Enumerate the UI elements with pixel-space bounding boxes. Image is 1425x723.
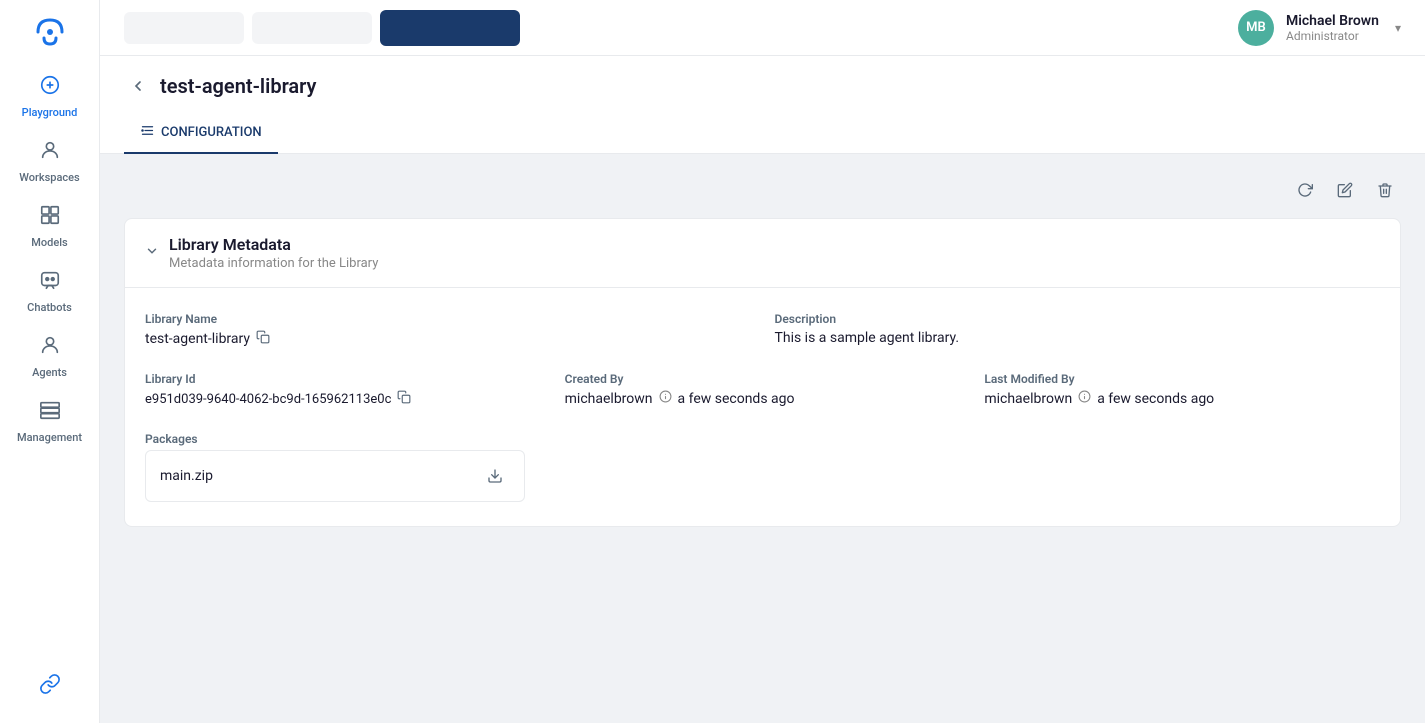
top-bar-right: MB Michael Brown Administrator ▾ — [1238, 10, 1401, 46]
user-menu-chevron[interactable]: ▾ — [1395, 21, 1401, 35]
library-id-field: Library Id e951d039-9640-4062-bc9d-16596… — [145, 372, 541, 408]
sidebar-item-links[interactable] — [31, 663, 69, 711]
page-title: test-agent-library — [160, 74, 316, 98]
app-logo — [26, 8, 74, 56]
last-modified-field: Last Modified By michaelbrown a few se — [984, 372, 1380, 408]
links-icon — [39, 673, 61, 701]
library-metadata-card: Library Metadata Metadata information fo… — [124, 218, 1401, 527]
user-info: Michael Brown Administrator — [1286, 13, 1379, 43]
description-label: Description — [775, 312, 1381, 326]
library-name-field: Library Name test-agent-library — [145, 312, 751, 348]
playground-icon — [39, 74, 61, 102]
created-by-user: michaelbrown — [565, 391, 653, 407]
models-icon — [39, 204, 61, 232]
description-text: This is a sample agent library. — [775, 330, 960, 346]
main-content: placeholder MB Michael Brown Administrat… — [100, 0, 1425, 723]
sidebar-item-label: Management — [17, 431, 82, 444]
created-by-time: a few seconds ago — [678, 391, 795, 407]
breadcrumb: test-agent-library — [124, 72, 1401, 100]
created-by-value: michaelbrown a few seconds ago — [565, 390, 961, 407]
configuration-tab-icon — [140, 123, 155, 142]
library-id-label: Library Id — [145, 372, 541, 386]
user-role: Administrator — [1286, 29, 1379, 43]
created-by-label: Created By — [565, 372, 961, 386]
sidebar-item-models[interactable]: Models — [0, 194, 99, 259]
library-name-label: Library Name — [145, 312, 751, 326]
card-title: Library Metadata — [169, 235, 378, 254]
sidebar-item-playground[interactable]: Playground — [0, 64, 99, 129]
package-name: main.zip — [160, 468, 213, 484]
last-modified-value: michaelbrown a few seconds ago — [984, 390, 1380, 407]
workspaces-icon — [39, 139, 61, 167]
sidebar: Playground Workspaces Models — [0, 0, 100, 723]
description-value: This is a sample agent library. — [775, 330, 1381, 346]
edit-button[interactable] — [1329, 174, 1361, 206]
agents-icon — [39, 334, 61, 362]
avatar: MB — [1238, 10, 1274, 46]
packages-label: Packages — [145, 432, 1380, 446]
sidebar-bottom — [31, 663, 69, 711]
created-by-field: Created By michaelbrown a few seconds — [565, 372, 961, 408]
last-modified-time: a few seconds ago — [1097, 391, 1214, 407]
management-icon — [39, 399, 61, 427]
library-name-text: test-agent-library — [145, 331, 250, 347]
last-modified-label: Last Modified By — [984, 372, 1380, 386]
description-field: Description This is a sample agent libra… — [775, 312, 1381, 348]
library-name-value: test-agent-library — [145, 330, 751, 348]
sidebar-item-label: Models — [31, 236, 67, 249]
card-header[interactable]: Library Metadata Metadata information fo… — [125, 219, 1400, 288]
library-id-text: e951d039-9640-4062-bc9d-165962113e0c — [145, 392, 391, 407]
top-bar-left: placeholder — [124, 10, 520, 46]
user-name: Michael Brown — [1286, 13, 1379, 29]
copy-library-id-icon[interactable] — [397, 390, 411, 408]
card-body: Library Name test-agent-library — [125, 288, 1400, 526]
tab-bar: CONFIGURATION — [124, 112, 1401, 153]
back-button[interactable] — [124, 72, 152, 100]
sidebar-item-chatbots[interactable]: Chatbots — [0, 259, 99, 324]
page-header: test-agent-library CONFIGURATION — [100, 56, 1425, 154]
tab-configuration[interactable]: CONFIGURATION — [124, 113, 278, 154]
library-id-value: e951d039-9640-4062-bc9d-165962113e0c — [145, 390, 541, 408]
refresh-button[interactable] — [1289, 174, 1321, 206]
delete-button[interactable] — [1369, 174, 1401, 206]
package-box: main.zip — [145, 450, 525, 502]
form-row-1: Library Name test-agent-library — [145, 312, 1380, 348]
chatbots-icon — [39, 269, 61, 297]
card-subtitle: Metadata information for the Library — [169, 256, 378, 271]
sidebar-item-label: Agents — [32, 366, 67, 379]
download-button[interactable] — [480, 461, 510, 491]
sidebar-item-label: Workspaces — [19, 171, 79, 184]
sidebar-item-workspaces[interactable]: Workspaces — [0, 129, 99, 194]
copy-library-name-icon[interactable] — [256, 330, 270, 348]
sidebar-item-label: Chatbots — [27, 301, 72, 314]
sidebar-item-agents[interactable]: Agents — [0, 324, 99, 389]
sidebar-item-management[interactable]: Management — [0, 389, 99, 454]
top-bar: placeholder MB Michael Brown Administrat… — [100, 0, 1425, 56]
last-modified-info-icon — [1078, 390, 1091, 407]
packages-field: Packages main.zip — [145, 432, 1380, 502]
last-modified-user: michaelbrown — [984, 391, 1072, 407]
card-header-text: Library Metadata Metadata information fo… — [169, 235, 378, 271]
collapse-icon — [145, 244, 159, 262]
tab-configuration-label: CONFIGURATION — [161, 125, 262, 140]
form-row-2: Library Id e951d039-9640-4062-bc9d-16596… — [145, 372, 1380, 408]
toolbar — [124, 174, 1401, 206]
sidebar-item-label: Playground — [22, 106, 78, 119]
content-area: Library Metadata Metadata information fo… — [100, 154, 1425, 723]
created-by-info-icon — [659, 390, 672, 407]
